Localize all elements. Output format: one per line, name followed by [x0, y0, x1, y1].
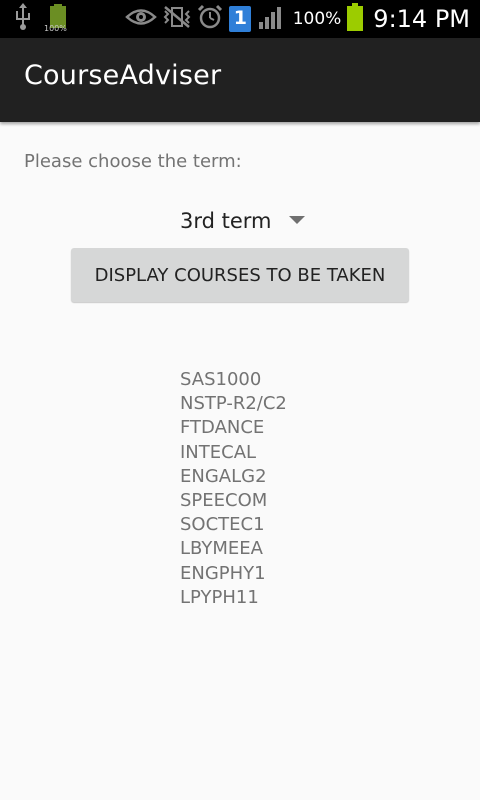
alarm-icon — [197, 4, 223, 34]
term-spinner-value: 3rd term — [180, 209, 272, 233]
battery-percent: 100% — [292, 9, 342, 29]
course-item: ENGPHY1 — [180, 562, 266, 584]
usb-icon — [14, 3, 32, 35]
eye-icon — [124, 6, 157, 32]
course-item: INTECAL — [180, 441, 257, 463]
app-title: CourseAdviser — [24, 60, 222, 91]
sim-1-label: 1 — [233, 7, 247, 29]
dropdown-arrow-icon — [289, 216, 305, 224]
course-item: LPYPH11 — [180, 586, 259, 608]
notification-area: 100% — [14, 3, 72, 35]
course-item: NSTP-R2/C2 — [180, 393, 287, 415]
course-item: LBYMEEA — [180, 538, 263, 560]
battery-app-icon: 100% — [44, 4, 72, 34]
term-prompt-label: Please choose the term: — [24, 151, 242, 172]
sim-1-icon: 1 — [228, 6, 251, 32]
signal-icon — [257, 4, 287, 34]
course-item: SAS1000 — [180, 369, 262, 390]
system-icons-area: 1 100% 9:14 PM — [124, 3, 470, 35]
status-bar: 100% 1 100% 9:14 PM — [0, 0, 480, 38]
course-item: FTDANCE — [180, 417, 265, 439]
vibrate-off-icon — [163, 5, 191, 33]
course-item: SOCTEC1 — [180, 514, 265, 536]
course-item: SPEECOM — [180, 490, 268, 512]
battery-icon — [347, 3, 364, 35]
action-bar: CourseAdviser — [0, 38, 480, 122]
battery-app-label: 100% — [44, 24, 67, 33]
term-spinner[interactable]: 3rd term — [172, 204, 312, 240]
clock: 9:14 PM — [373, 5, 470, 33]
course-item: ENGALG2 — [180, 465, 267, 487]
display-courses-button[interactable]: DISPLAY COURSES TO BE TAKEN — [71, 248, 409, 302]
courses-list: SAS1000 NSTP-R2/C2 FTDANCE INTECAL ENGAL… — [180, 368, 287, 610]
